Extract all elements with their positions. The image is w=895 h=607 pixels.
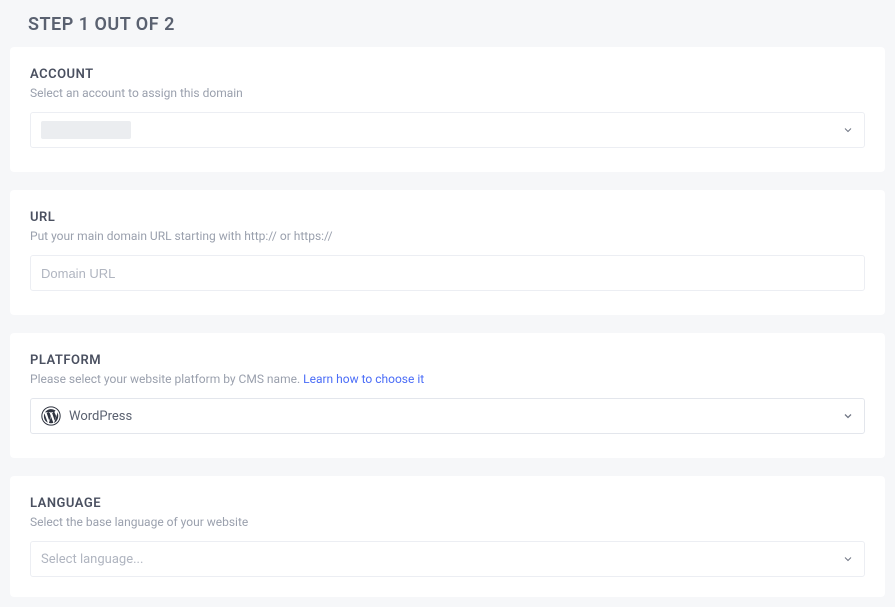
account-card: ACCOUNT Select an account to assign this…: [10, 47, 885, 172]
platform-select[interactable]: WordPress: [30, 398, 865, 434]
url-hint: Put your main domain URL starting with h…: [30, 229, 865, 243]
account-title: ACCOUNT: [30, 67, 865, 82]
wordpress-icon: [41, 406, 61, 426]
account-selected-placeholder: [41, 121, 131, 139]
language-hint: Select the base language of your website: [30, 515, 865, 529]
language-card: LANGUAGE Select the base language of you…: [10, 476, 885, 597]
language-select[interactable]: Select language...: [30, 541, 865, 577]
chevron-down-icon: [842, 124, 854, 136]
platform-title: PLATFORM: [30, 353, 865, 368]
platform-hint-text: Please select your website platform by C…: [30, 372, 303, 386]
url-card: URL Put your main domain URL starting wi…: [10, 190, 885, 315]
step-title: STEP 1 OUT OF 2: [28, 14, 885, 35]
language-placeholder: Select language...: [41, 552, 143, 567]
platform-selected-label: WordPress: [69, 409, 132, 424]
chevron-down-icon: [842, 410, 854, 422]
url-title: URL: [30, 210, 865, 225]
language-title: LANGUAGE: [30, 496, 865, 511]
platform-learn-link[interactable]: Learn how to choose it: [303, 372, 424, 386]
chevron-down-icon: [842, 553, 854, 565]
account-select[interactable]: [30, 112, 865, 148]
platform-card: PLATFORM Please select your website plat…: [10, 333, 885, 458]
platform-hint: Please select your website platform by C…: [30, 372, 865, 386]
account-hint: Select an account to assign this domain: [30, 86, 865, 100]
url-input[interactable]: [30, 255, 865, 291]
